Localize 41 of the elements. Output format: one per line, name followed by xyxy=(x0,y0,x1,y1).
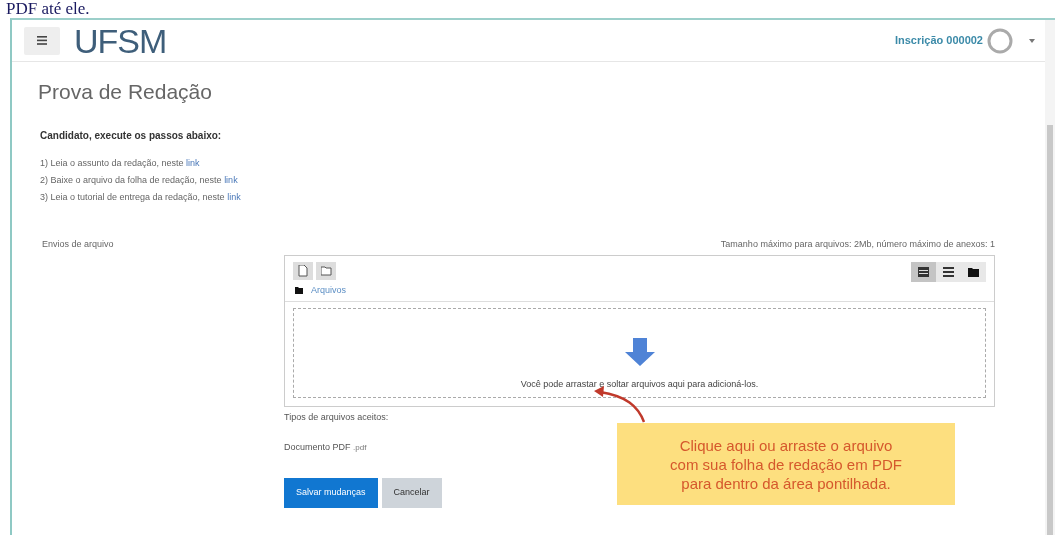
upload-limits: Tamanho máximo para arquivos: 2Mb, número máximo de anexos: 1 xyxy=(719,237,995,251)
drop-hint: Você pode arrastar e soltar arquivos aqui para adicioná-los. xyxy=(520,377,759,391)
file-type: Documento PDF xyxy=(284,441,352,452)
instruction-step: 1) Leia o assunto da redação, neste link xyxy=(40,154,1045,172)
list-view-icon xyxy=(943,267,954,277)
folder-icon xyxy=(295,287,303,295)
logo[interactable]: UFSM xyxy=(74,23,167,58)
step-link[interactable]: link xyxy=(224,174,238,185)
file-icon xyxy=(297,265,309,277)
view-toggle[interactable] xyxy=(936,262,961,282)
caret-icon[interactable] xyxy=(1029,38,1035,43)
user-name[interactable]: Inscrição 000002 xyxy=(894,32,983,49)
document-text: PDF até ele. xyxy=(5,0,91,18)
callout-line: Clique aqui ou arraste o arquivo xyxy=(678,435,894,455)
drop-area[interactable]: Você pode arrastar e soltar arquivos aqui para adicioná-los. xyxy=(293,307,986,398)
step-link[interactable]: link xyxy=(227,191,241,202)
scrollbar-thumb[interactable] xyxy=(1047,125,1053,535)
add-folder-button[interactable] xyxy=(316,262,336,280)
instruction-step: 2) Baixe o arquivo da folha de redação, neste link xyxy=(40,171,1045,189)
callout-line: com sua folha de redação em PDF xyxy=(669,454,903,474)
save-button[interactable]: Salvar mudanças xyxy=(284,478,378,508)
accepted-types-label: Tipos de arquivos aceitos: xyxy=(284,411,390,424)
page-title: Prova de Redação xyxy=(38,79,213,105)
folder-view-icon xyxy=(968,267,979,277)
avatar-icon[interactable] xyxy=(987,27,1013,54)
field-label: Envios de arquivo xyxy=(41,237,115,251)
breadcrumb-link[interactable]: Arquivos xyxy=(311,284,346,298)
instructions-heading: Candidato, execute os passos abaixo: xyxy=(40,128,223,143)
view-toggle[interactable] xyxy=(961,262,986,282)
add-file-button[interactable] xyxy=(293,262,313,280)
step-link[interactable]: link xyxy=(186,157,200,168)
menu-icon xyxy=(37,36,47,45)
cancel-button[interactable]: Cancelar xyxy=(381,478,442,508)
grid-view-icon xyxy=(918,267,929,277)
instruction-step: 3) Leia o tutorial de entrega da redação, neste link xyxy=(40,188,1045,206)
callout-line: para dentro da área pontilhada. xyxy=(680,473,892,493)
down-arrow-icon xyxy=(624,337,655,366)
menu-button[interactable] xyxy=(24,26,60,55)
file-extension: .pdf xyxy=(353,442,367,452)
folder-icon xyxy=(320,265,332,277)
view-toggle[interactable] xyxy=(911,262,936,282)
